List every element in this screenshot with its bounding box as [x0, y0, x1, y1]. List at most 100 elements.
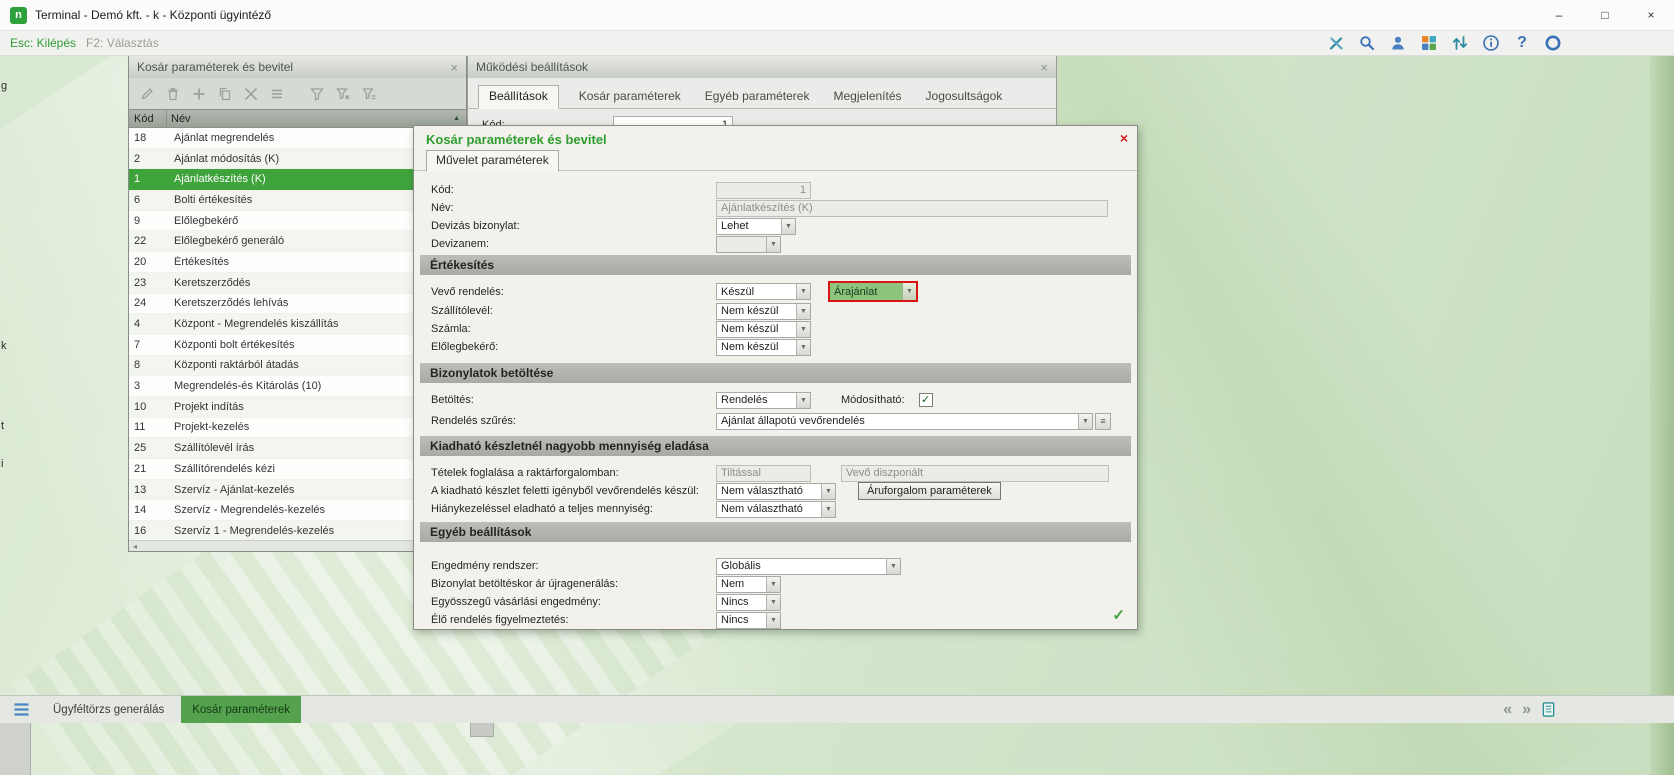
dropdown-value — [717, 237, 766, 252]
edge-artifact-letter: k — [1, 340, 7, 352]
engedmeny-dropdown[interactable]: Globális ▼ — [716, 558, 901, 575]
column-header-kod[interactable]: Kód — [129, 110, 167, 127]
chevron-down-icon: ▼ — [766, 577, 780, 592]
close-button[interactable]: × — [1628, 0, 1674, 30]
aruforgalom-parameterek-button[interactable]: Áruforgalom paraméterek — [858, 482, 1001, 500]
section-header-ertekesites: Értékesítés — [420, 255, 1131, 275]
elorendeles-dropdown[interactable]: Nincs ▼ — [716, 612, 781, 629]
document-list-icon[interactable] — [1541, 701, 1556, 718]
cell-nev: Szállítórendelés kézi — [172, 463, 275, 475]
dropdown-value: Árajánlat — [830, 283, 902, 300]
form-row-tetelek: Tételek foglalása a raktárforgalomban: T… — [420, 464, 1131, 482]
dropdown-value: Nem választható — [717, 484, 821, 499]
tools-icon[interactable] — [242, 85, 259, 102]
field-label: Hiánykezeléssel eladható a teljes mennyi… — [431, 503, 716, 515]
szamla-dropdown[interactable]: Nem készül ▼ — [716, 321, 811, 338]
betoltes-dropdown[interactable]: Rendelés ▼ — [716, 392, 811, 409]
cell-kod: 10 — [129, 401, 172, 413]
szallitolevel-dropdown[interactable]: Nem készül ▼ — [716, 303, 811, 320]
shortcut-bar: Esc: Kilépés F2: Választás ? — [0, 30, 1674, 56]
nev-field: Ajánlatkészítés (K) — [716, 200, 1108, 217]
tab-jogosultságok[interactable]: Jogosultságok — [922, 86, 1007, 108]
previous-icon[interactable]: « — [1503, 702, 1512, 718]
taskbar-menu-icon[interactable] — [0, 696, 42, 723]
igeny-dropdown[interactable]: Nem választható ▼ — [716, 483, 836, 500]
cell-nev: Szállítólevél írás — [172, 442, 254, 454]
tab-megjelenítés[interactable]: Megjelenítés — [829, 86, 905, 108]
menu-icon[interactable] — [268, 85, 285, 102]
egyosszegu-dropdown[interactable]: Nincs ▼ — [716, 594, 781, 611]
field-label: Név: — [431, 202, 716, 214]
taskbar-tab-kosár-paraméterek[interactable]: Kosár paraméterek — [181, 696, 301, 723]
dropdown-value: Készül — [717, 284, 796, 299]
maximize-button[interactable]: □ — [1582, 0, 1628, 30]
vevo-rendeles-dropdown[interactable]: Készül ▼ — [716, 283, 811, 300]
background-window-fragment — [0, 722, 31, 775]
form-row-vevo-rendeles: Vevő rendelés: Készül ▼ Árajánlat ▼ — [420, 281, 1131, 302]
field-label: Devizanem: — [431, 238, 716, 250]
form-row-szamla: Számla: Nem készül ▼ — [420, 320, 1131, 338]
form-row-devizanem: Devizanem: ▼ — [420, 235, 1131, 253]
column-header-nev[interactable]: Név — [167, 113, 191, 125]
copy-icon[interactable] — [216, 85, 233, 102]
cell-nev: Projekt indítás — [172, 401, 244, 413]
tab-kosár-paraméterek[interactable]: Kosár paraméterek — [575, 86, 685, 108]
user-icon[interactable] — [1389, 34, 1407, 52]
vevo-rendeles-doc-dropdown-highlighted[interactable]: Árajánlat ▼ — [828, 281, 918, 302]
panel-titlebar[interactable]: Kosár paraméterek és bevitel × — [129, 56, 466, 78]
tools-icon[interactable] — [1327, 34, 1345, 52]
taskbar-tabs: Ügyféltörzs generálásKosár paraméterek — [42, 696, 301, 723]
devizas-dropdown[interactable]: Lehet ▼ — [716, 218, 796, 235]
close-icon[interactable]: × — [1120, 131, 1128, 145]
cell-nev: Projekt-kezelés — [172, 421, 249, 433]
status-ring-icon[interactable] — [1544, 34, 1562, 52]
section-header-kiadhato: Kiadható készletnél nagyobb mennyiség el… — [420, 436, 1131, 456]
tetelek-field: Tiltással — [716, 465, 811, 482]
elolegbekero-dropdown[interactable]: Nem készül ▼ — [716, 339, 811, 356]
cell-nev: Ajánlat megrendelés — [172, 132, 274, 144]
cell-nev: Ajánlat módosítás (K) — [172, 153, 279, 165]
form-row-elorendeles: Élő rendelés figyelmeztetés: Nincs ▼ — [420, 611, 1131, 629]
rendeles-szures-dropdown[interactable]: Ajánlat állapotú vevőrendelés ▼ — [716, 413, 1093, 430]
modules-icon[interactable] — [1420, 34, 1438, 52]
scroll-left-icon[interactable]: ◂ — [129, 542, 141, 551]
tab-egyéb-paraméterek[interactable]: Egyéb paraméterek — [701, 86, 814, 108]
cell-kod: 9 — [129, 215, 172, 227]
ujrageneralas-dropdown[interactable]: Nem ▼ — [716, 576, 781, 593]
close-icon[interactable]: × — [450, 61, 458, 74]
title-bar[interactable]: n Terminal - Demó kft. - k - Központi üg… — [0, 0, 1674, 31]
dropdown-value: Nem készül — [717, 322, 796, 337]
close-icon[interactable]: × — [1040, 61, 1048, 74]
filter-icon[interactable] — [308, 85, 325, 102]
next-icon[interactable]: » — [1522, 702, 1531, 718]
cell-nev: Értékesítés — [172, 256, 229, 268]
settings-tabs: Beállítások Kosár paraméterek Egyéb paramé… — [468, 78, 1056, 109]
dropdown-value: Rendelés — [717, 393, 796, 408]
add-icon[interactable] — [190, 85, 207, 102]
search-icon[interactable] — [1358, 34, 1376, 52]
chevron-down-icon: ▼ — [781, 219, 795, 234]
taskbar-tab-ügyféltörzs-generálás[interactable]: Ügyféltörzs generálás — [42, 696, 175, 723]
delete-icon[interactable] — [164, 85, 181, 102]
filter-clear-icon[interactable] — [334, 85, 351, 102]
cell-kod: 16 — [129, 525, 172, 537]
shortcut-items: Esc: Kilépés F2: Választás — [0, 34, 159, 52]
devizanem-dropdown: ▼ — [716, 236, 781, 253]
settings-window-titlebar[interactable]: Működési beállítások × — [468, 56, 1056, 78]
minimize-button[interactable]: – — [1536, 0, 1582, 30]
tab-beállítások[interactable]: Beállítások — [478, 85, 559, 109]
info-icon[interactable] — [1482, 34, 1500, 52]
sync-icon[interactable] — [1451, 34, 1469, 52]
field-label: Előlegbekérő: — [431, 341, 716, 353]
filter-settings-icon[interactable] — [360, 85, 377, 102]
shortcut-item[interactable]: Esc: Kilépés — [10, 36, 76, 50]
chevron-down-icon: ▼ — [796, 393, 810, 408]
shortcut-item[interactable]: F2: Választás — [86, 36, 159, 50]
hiany-dropdown[interactable]: Nem választható ▼ — [716, 501, 836, 518]
chevron-down-icon: ▼ — [796, 340, 810, 355]
modosithato-checkbox[interactable]: ✓ — [919, 393, 933, 407]
filter-expression-button[interactable]: ≡ — [1095, 413, 1111, 430]
edit-icon[interactable] — [138, 85, 155, 102]
tab-muvelet-parameterek[interactable]: Művelet paraméterek — [426, 150, 559, 172]
help-icon[interactable]: ? — [1513, 34, 1531, 52]
